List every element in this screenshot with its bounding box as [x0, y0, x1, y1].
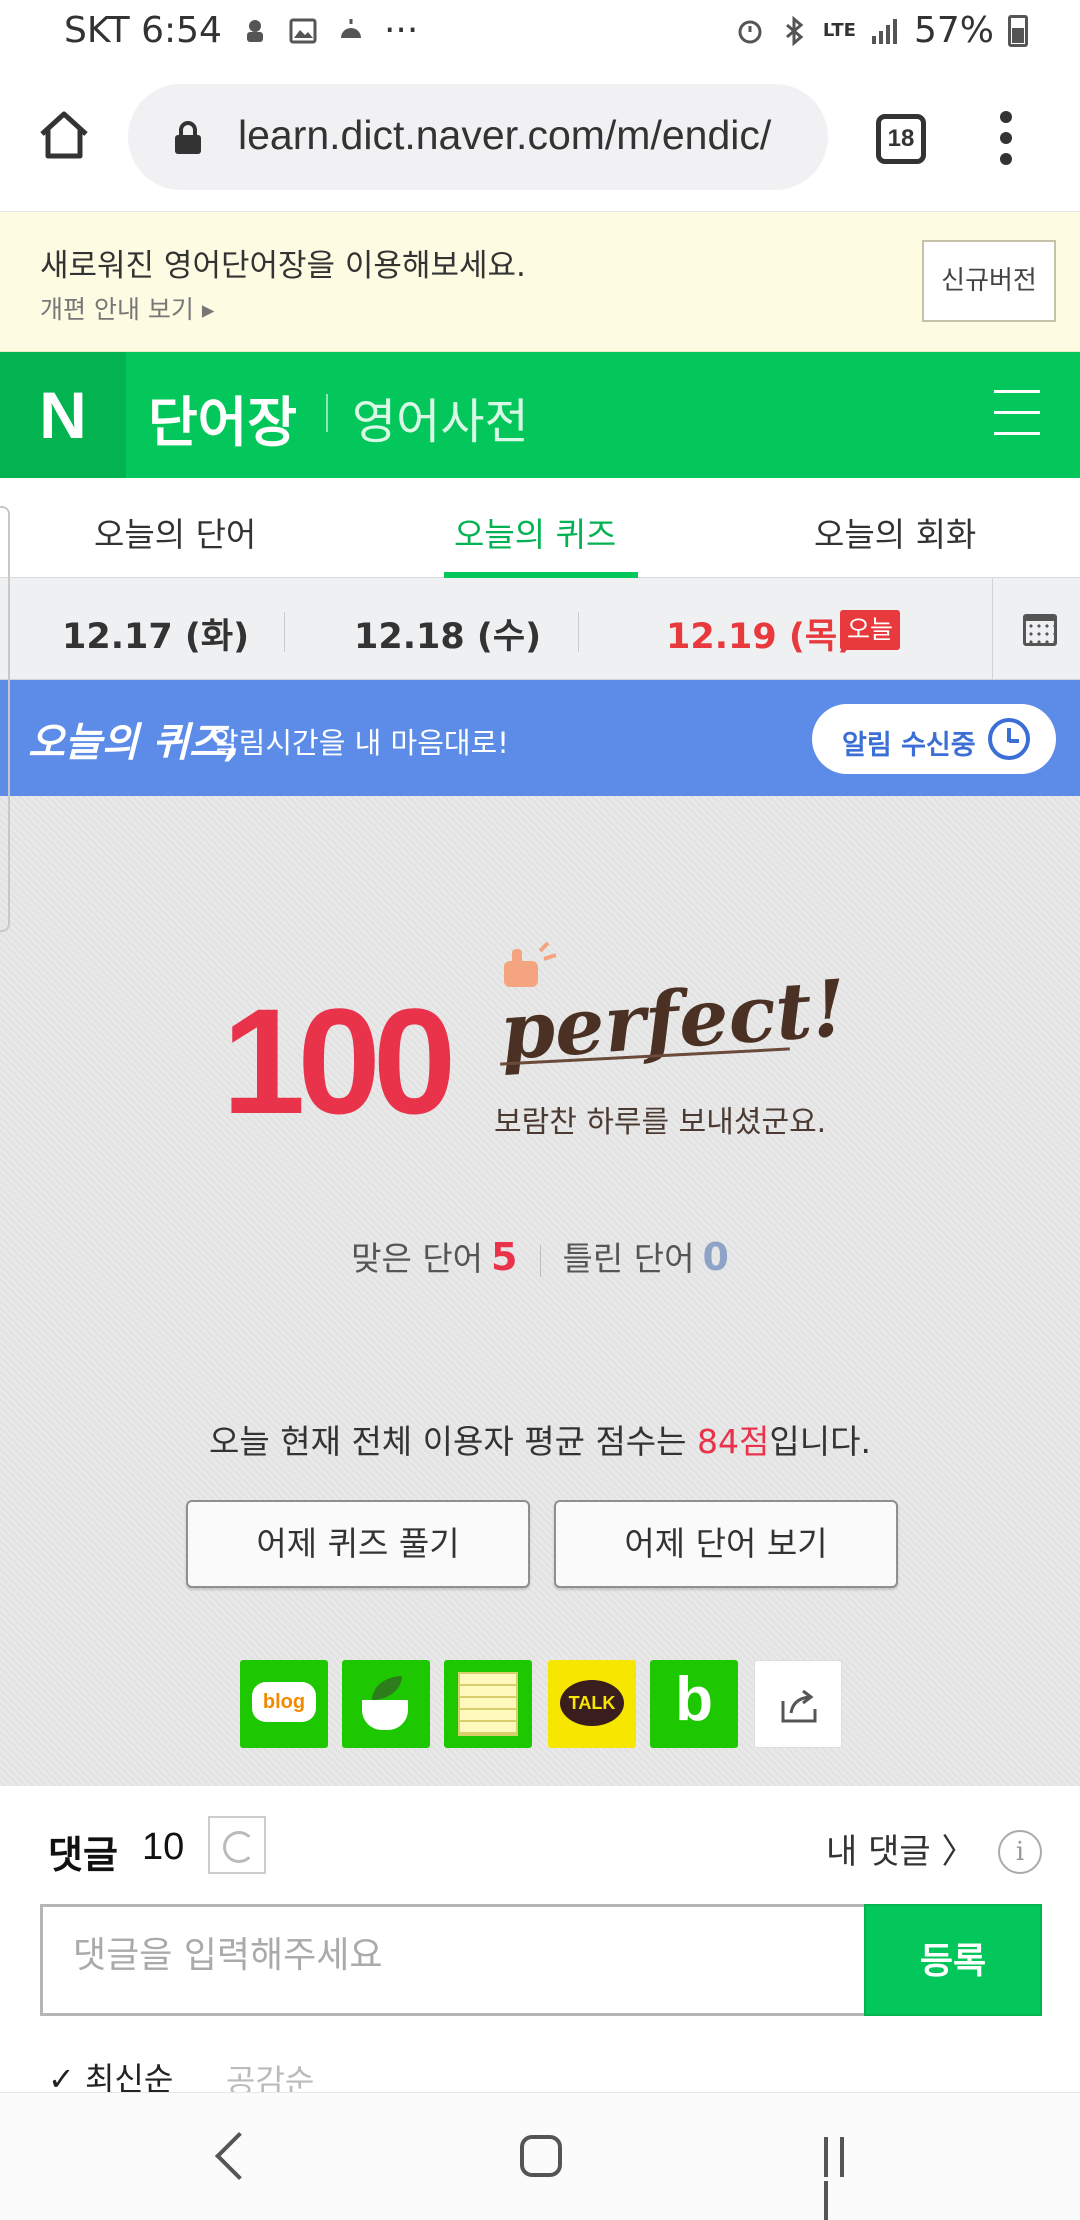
- network-type: LTE: [822, 20, 856, 41]
- new-version-button[interactable]: 신규버전: [922, 240, 1056, 322]
- notification-icon: [246, 19, 263, 42]
- tab-todays-word[interactable]: 오늘의 단어: [94, 508, 256, 556]
- alarm-button-label: 알림 수신중: [842, 730, 976, 761]
- quiz-score: 100: [222, 977, 456, 1145]
- app-header: N 단어장 영어사전: [0, 352, 1080, 478]
- battery-icon: [1008, 14, 1028, 47]
- banner-description: 알림시간을 내 마음대로!: [212, 726, 509, 760]
- counts-divider: [539, 1244, 541, 1277]
- kakaotalk-icon: TALK: [560, 1680, 624, 1726]
- status-left: SKT 6:54 ···: [64, 10, 418, 51]
- info-icon[interactable]: i: [998, 1830, 1042, 1874]
- header-title[interactable]: 단어장: [148, 378, 297, 457]
- band-icon: b: [675, 1665, 713, 1734]
- correct-count: 5: [491, 1235, 518, 1279]
- browser-toolbar: learn.dict.naver.com/m/endic/ 18: [0, 66, 1080, 212]
- comment-section: 댓글 10 내 댓글 〉 i 등록 ✓ 최신순 공감순: [0, 1786, 1080, 2100]
- more-notifications: ···: [383, 10, 419, 51]
- tab-bar: 오늘의 단어 오늘의 퀴즈 오늘의 회화: [0, 478, 1080, 578]
- share-memo-button[interactable]: [444, 1660, 532, 1748]
- share-cafe-button[interactable]: [342, 1660, 430, 1748]
- yesterday-words-button[interactable]: 어제 단어 보기: [554, 1500, 898, 1588]
- tab-switcher-button[interactable]: 18: [876, 114, 926, 164]
- date-divider: [284, 612, 285, 652]
- home-nav-icon[interactable]: [520, 2135, 562, 2177]
- menu-icon[interactable]: [994, 390, 1040, 438]
- banner-brand: 오늘의 퀴즈,: [28, 720, 242, 766]
- share-more-button[interactable]: [754, 1660, 842, 1748]
- my-comments-link[interactable]: 내 댓글 〉: [826, 1824, 975, 1873]
- url-bar[interactable]: learn.dict.naver.com/m/endic/: [128, 84, 828, 190]
- comment-title: 댓글: [48, 1833, 118, 1877]
- share-band-button[interactable]: b: [650, 1660, 738, 1748]
- tab-todays-quiz[interactable]: 오늘의 퀴즈: [454, 508, 616, 556]
- home-icon[interactable]: [36, 106, 92, 162]
- bluetooth-icon: [785, 15, 804, 46]
- recent-apps-icon[interactable]: [824, 2137, 868, 2220]
- back-icon[interactable]: [214, 2131, 264, 2181]
- alarm-toggle-button[interactable]: 알림 수신중: [812, 704, 1056, 774]
- refresh-comments-button[interactable]: [208, 1816, 266, 1874]
- alarm-clock-icon: [988, 718, 1030, 760]
- notice-banner: 새로워진 영어단어장을 이용해보세요. 개편 안내 보기 ▸ 신규버전: [0, 212, 1080, 352]
- share-kakaotalk-button[interactable]: TALK: [548, 1660, 636, 1748]
- date-item[interactable]: 12.17 (화): [62, 608, 249, 659]
- answer-counts: 맞은 단어 5 틀린 단어 0: [0, 1232, 1080, 1280]
- naver-logo[interactable]: N: [0, 352, 126, 478]
- header-subtitle[interactable]: 영어사전: [352, 382, 529, 452]
- calendar-button[interactable]: [992, 578, 1080, 680]
- date-divider: [578, 612, 579, 652]
- share-icon: [781, 1689, 817, 1723]
- header-divider: [326, 394, 328, 432]
- cafe-leaf-icon: [372, 1676, 402, 1700]
- comment-submit-button[interactable]: 등록: [864, 1904, 1042, 2016]
- tab-todays-conversation[interactable]: 오늘의 회화: [814, 508, 976, 556]
- wrong-count: 0: [702, 1235, 729, 1279]
- status-bar: SKT 6:54 ··· LTE 57%: [0, 0, 1080, 66]
- average-suffix: 입니다.: [769, 1422, 871, 1461]
- date-item[interactable]: 12.18 (수): [354, 608, 541, 659]
- average-prefix: 오늘 현재 전체 이용자 평균 점수는: [209, 1422, 698, 1461]
- more-options-icon[interactable]: [996, 111, 1016, 171]
- comment-input-box[interactable]: [40, 1904, 864, 2016]
- alarm-icon: [738, 20, 762, 43]
- status-right: LTE 57%: [735, 10, 1028, 51]
- gallery-icon: [289, 18, 317, 43]
- blog-icon: blog: [252, 1682, 316, 1722]
- notice-title: 새로워진 영어단어장을 이용해보세요.: [40, 248, 526, 284]
- memo-icon: [458, 1672, 518, 1736]
- comment-input[interactable]: [73, 1935, 833, 1976]
- signal-icon: [871, 18, 897, 44]
- battery-percent: 57%: [913, 10, 994, 51]
- system-nav-bar: [0, 2092, 1080, 2220]
- wrong-label: 틀린 단어: [562, 1239, 695, 1278]
- notice-link[interactable]: 개편 안내 보기 ▸: [40, 290, 214, 326]
- calendar-icon: [1023, 614, 1057, 646]
- weather-icon: [340, 18, 361, 38]
- url-text[interactable]: learn.dict.naver.com/m/endic/: [238, 112, 808, 159]
- praise-message: 보람찬 하루를 보내셨군요.: [494, 1105, 827, 1140]
- left-edge-handle[interactable]: [0, 506, 10, 932]
- lock-icon: [175, 121, 201, 154]
- carrier-time: SKT 6:54: [64, 10, 222, 51]
- average-points: 84점: [697, 1422, 770, 1461]
- cafe-cup-icon: [362, 1700, 408, 1730]
- today-badge: 오늘: [840, 610, 900, 650]
- yesterday-quiz-button[interactable]: 어제 퀴즈 풀기: [186, 1500, 530, 1588]
- date-item-today[interactable]: 12.19 (목): [666, 608, 853, 659]
- share-blog-button[interactable]: blog: [240, 1660, 328, 1748]
- correct-label: 맞은 단어: [351, 1239, 484, 1278]
- quiz-alarm-banner: 오늘의 퀴즈, 알림시간을 내 마음대로! 알림 수신중: [0, 680, 1080, 796]
- average-score-text: 오늘 현재 전체 이용자 평균 점수는 84점입니다.: [0, 1415, 1080, 1463]
- date-selector: 12.17 (화) 12.18 (수) 12.19 (목) 오늘: [0, 578, 1080, 680]
- comment-count: 10: [142, 1826, 185, 1868]
